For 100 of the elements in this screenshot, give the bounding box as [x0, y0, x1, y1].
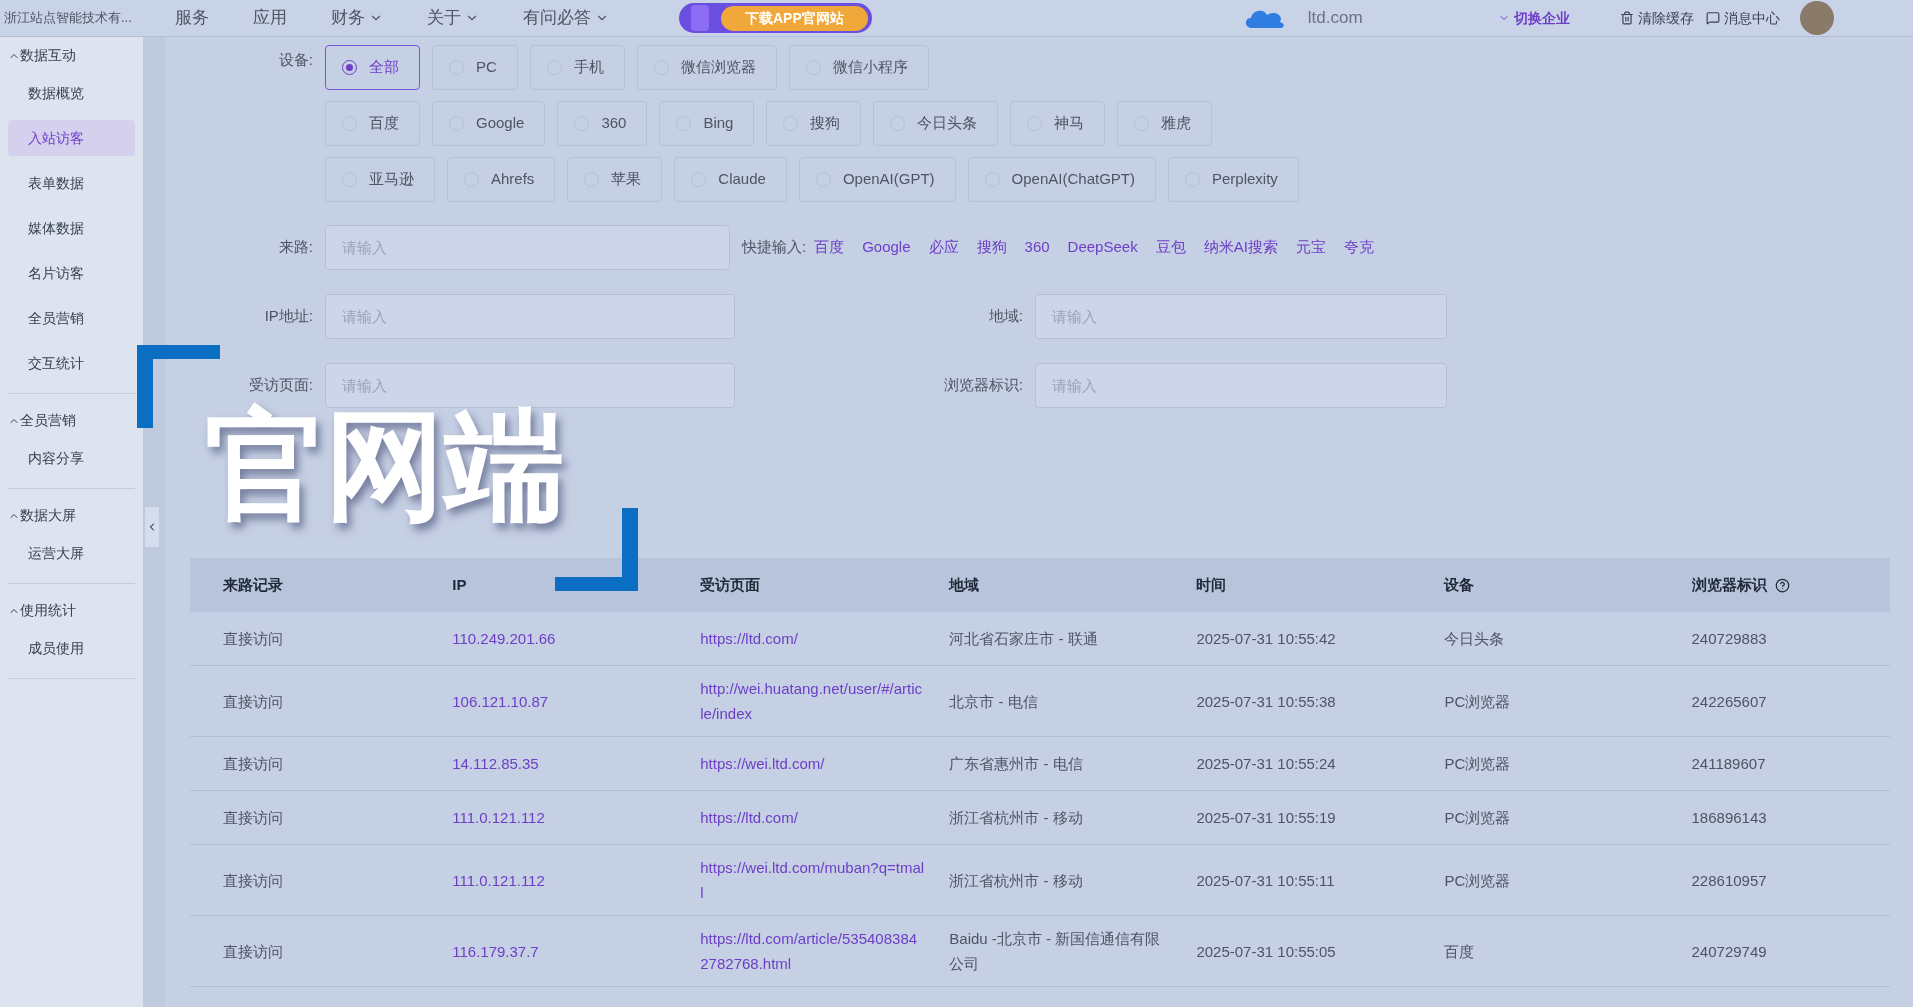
table-cell-text: 241189607	[1691, 754, 1767, 774]
sidebar-section-header[interactable]: 数据互动	[8, 45, 76, 66]
radio-option[interactable]: Google	[432, 101, 546, 146]
radio-option[interactable]: Claude	[674, 157, 787, 202]
sidebar-item[interactable]: 入站访客	[8, 120, 135, 156]
phone-icon	[691, 5, 709, 31]
toolbar-action[interactable]: 消息中心	[1705, 7, 1780, 29]
radio-option[interactable]: 搜狗	[766, 101, 862, 146]
radio-option[interactable]: 苹果	[567, 157, 663, 202]
help-icon	[1774, 577, 1790, 593]
radio-option[interactable]: Ahrefs	[447, 157, 556, 202]
switch-company-link[interactable]: 切换企业	[1497, 7, 1570, 29]
table-cell-text: 2025-07-31 10:55:38	[1196, 691, 1337, 712]
radio-option[interactable]: OpenAI(ChatGPT)	[967, 157, 1156, 202]
sidebar-item[interactable]: 名片访客	[8, 255, 135, 291]
table-cell-text: 2025-07-31 10:55:42	[1196, 629, 1337, 649]
field-label: 浏览器标识:	[942, 375, 1024, 396]
table-cell-text: 242265607	[1691, 691, 1768, 712]
quick-input-label: 快捷输入:	[742, 237, 807, 258]
field-label: 地域:	[987, 306, 1024, 327]
radio-option[interactable]: 全部	[325, 45, 420, 90]
sidebar-item[interactable]: 内容分享	[8, 440, 135, 476]
nav-menu-item[interactable]: 关于	[427, 5, 479, 31]
radio-option[interactable]: Bing	[659, 101, 755, 146]
field-label: 来路:	[277, 237, 314, 258]
sidebar-item[interactable]: 全员营销	[8, 300, 135, 336]
radio-option[interactable]: Perplexity	[1168, 157, 1299, 202]
company-name: 浙江站点智能技术有...	[3, 9, 133, 28]
nav-menu-item[interactable]: 服务	[175, 5, 209, 31]
quick-input-link[interactable]: 元宝	[1295, 236, 1326, 259]
sidebar-item[interactable]: 媒体数据	[8, 210, 135, 246]
sidebar-item[interactable]: 表单数据	[8, 165, 135, 201]
ip-link[interactable]: 14.112.85.35	[452, 751, 677, 776]
sidebar-section-header[interactable]: 使用统计	[8, 600, 76, 621]
table-cell-text: PC浏览器	[1444, 870, 1512, 891]
quick-input-link[interactable]: 必应	[928, 236, 959, 259]
table-cell-text: 228610957	[1691, 870, 1768, 891]
page-link[interactable]: https://wei.ltd.com/muban?q=tmall	[700, 855, 926, 905]
toolbar-action[interactable]: 清除缓存	[1619, 7, 1694, 29]
radio-option[interactable]: OpenAI(GPT)	[798, 157, 956, 202]
table-cell-text: PC浏览器	[1444, 754, 1512, 774]
sidebar-item[interactable]: 运营大屏	[8, 535, 135, 571]
nav-menu-item[interactable]: 有问必答	[523, 5, 609, 31]
quick-input-link[interactable]: 百度	[814, 236, 845, 259]
quick-input-link[interactable]: 搜狗	[976, 236, 1007, 259]
page-link[interactable]: https://ltd.com/	[700, 805, 926, 830]
radio-option[interactable]: 雅虎	[1117, 101, 1213, 146]
radio-option[interactable]: 360	[557, 101, 648, 146]
radio-option[interactable]: 手机	[529, 45, 625, 90]
page-link[interactable]: https://ltd.com/	[700, 626, 926, 651]
radio-option[interactable]: 今日头条	[873, 101, 999, 146]
table-cell-text: 2025-07-31 10:55:11	[1196, 870, 1336, 891]
table-cell-text: 直接访问	[223, 629, 284, 649]
radio-option[interactable]: 微信小程序	[788, 45, 929, 90]
field-label: 设备:	[277, 50, 314, 70]
table-cell-text: PC浏览器	[1444, 808, 1512, 828]
quick-input-link[interactable]: Google	[862, 236, 911, 259]
sidebar-section-header[interactable]: 数据大屏	[8, 505, 76, 526]
trash-icon	[1619, 11, 1634, 25]
radio-option[interactable]: PC	[432, 45, 518, 90]
table-cell-text: PC浏览器	[1444, 691, 1512, 712]
sidebar-item[interactable]: 数据概览	[8, 75, 135, 111]
radio-option[interactable]: 微信浏览器	[636, 45, 777, 90]
page-link[interactable]: http://wei.huatang.net/user/#/article/index	[700, 676, 926, 726]
nav-menu-item[interactable]: 财务	[331, 5, 383, 31]
field-label: 受访页面:	[247, 375, 314, 396]
ip-link[interactable]: 111.0.121.112	[452, 867, 677, 893]
radio-option[interactable]: 神马	[1010, 101, 1106, 146]
table-cell-text: 186896143	[1691, 808, 1768, 828]
column-header: 受访页面	[700, 574, 761, 595]
table-cell-text: 今日头条	[1444, 629, 1506, 649]
radio-option[interactable]: 亚马逊	[325, 157, 435, 202]
page-link[interactable]: https://ltd.com/article/5354083842782768.html	[700, 926, 926, 976]
sidebar-item[interactable]: 成员使用	[8, 630, 135, 666]
sidebar-item[interactable]: 交互统计	[8, 345, 135, 381]
ip-link[interactable]: 111.0.121.112	[452, 805, 677, 830]
quick-input-link[interactable]: 夸克	[1343, 236, 1374, 259]
quick-input-link[interactable]: 纳米AI搜索	[1203, 236, 1278, 259]
quick-input-link[interactable]: 360	[1024, 236, 1050, 259]
ip-link[interactable]: 116.179.37.7	[452, 938, 677, 964]
column-header: 地域	[949, 574, 980, 595]
table-cell-text: 浙江省杭州市 - 移动	[949, 808, 1084, 828]
table-cell-text: 广东省惠州市 - 电信	[949, 754, 1084, 774]
page-link[interactable]: https://wei.ltd.com/	[700, 751, 926, 776]
quick-input-link[interactable]: 豆包	[1155, 236, 1186, 259]
message-icon	[1705, 11, 1720, 25]
nav-menu-item[interactable]: 应用	[253, 5, 287, 31]
column-header: 浏览器标识	[1691, 574, 1767, 595]
column-header: 设备	[1444, 574, 1475, 595]
collapse-button[interactable]	[145, 507, 159, 547]
ip-link[interactable]: 110.249.201.66	[452, 626, 677, 651]
avatar	[1799, 1, 1834, 35]
table-cell-text: 2025-07-31 10:55:05	[1196, 941, 1337, 962]
quick-input-link[interactable]: DeepSeek	[1067, 236, 1138, 259]
table-cell-text: 直接访问	[223, 808, 284, 828]
sidebar-section-header[interactable]: 全员营销	[8, 410, 76, 431]
field-label: IP地址:	[263, 306, 314, 327]
radio-option[interactable]: 百度	[325, 101, 420, 146]
column-header: IP	[452, 574, 467, 595]
ip-link[interactable]: 106.121.10.87	[452, 688, 677, 714]
